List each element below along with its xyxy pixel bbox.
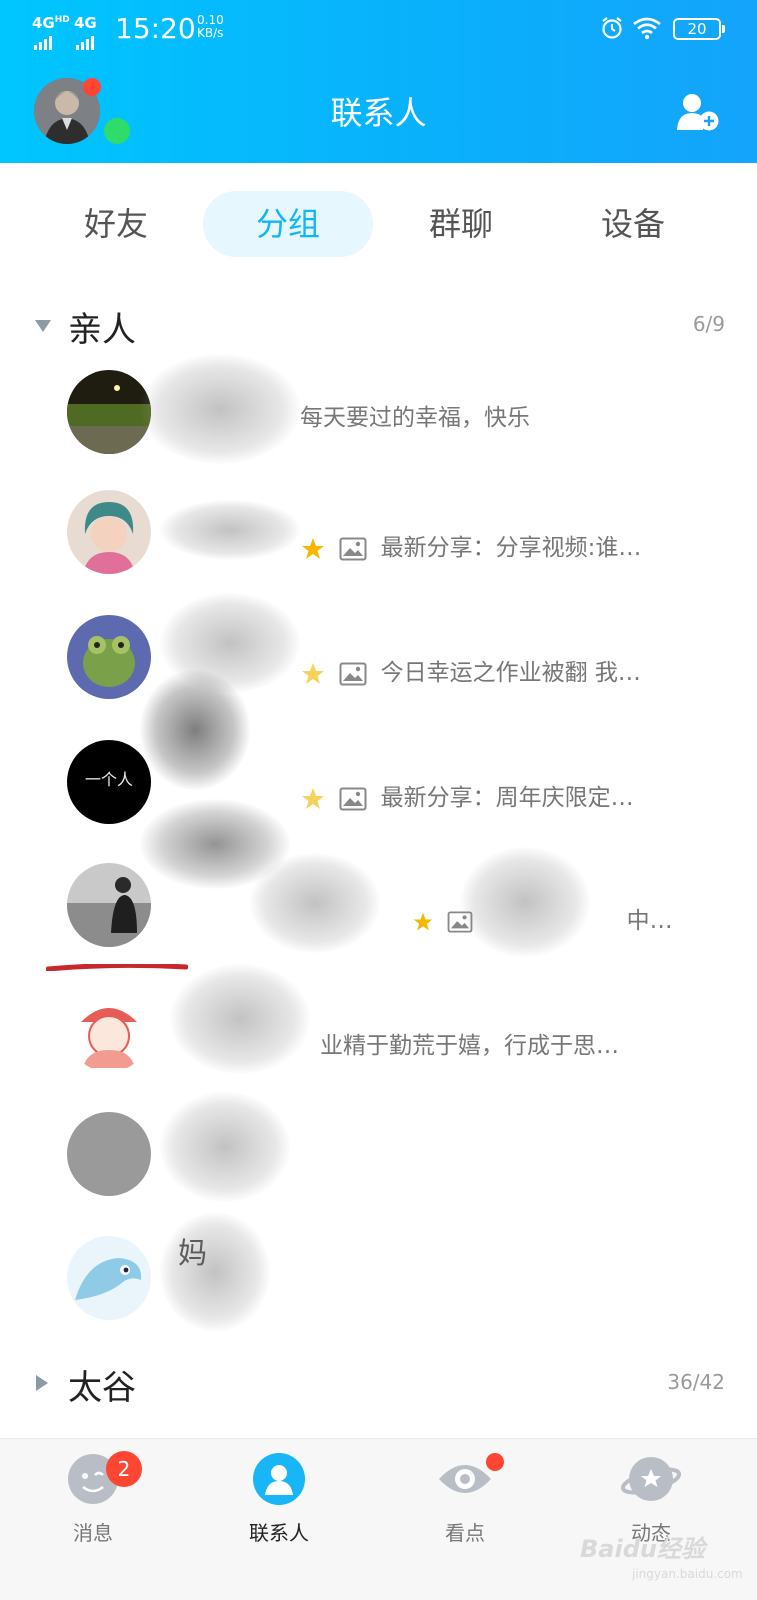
image-icon xyxy=(447,910,473,933)
star-badge-icon xyxy=(413,912,433,930)
add-contact-icon[interactable] xyxy=(676,92,720,132)
caret-right-icon xyxy=(36,1375,48,1391)
network-speed: 0.10 KB/s xyxy=(197,14,224,40)
image-icon xyxy=(339,537,367,560)
tab-friends[interactable]: 好友 xyxy=(31,191,201,257)
page-title: 联系人 xyxy=(330,94,427,132)
redaction-scribble xyxy=(160,1092,290,1202)
contacts-screen: 4GHD 4G 15:20 0.10 KB/s 20 联系人 好友 分组 群聊 … xyxy=(0,0,757,1600)
nav-label: 消息 xyxy=(73,1521,113,1545)
alarm-icon xyxy=(602,17,622,39)
nav-label: 看点 xyxy=(445,1521,485,1545)
contact-avatar xyxy=(67,1112,151,1196)
signal-bars-icon xyxy=(34,32,52,50)
group-online-count: 36/42 xyxy=(667,1370,725,1394)
contact-avatar xyxy=(67,490,151,574)
tab-devices[interactable]: 设备 xyxy=(548,191,718,257)
contact-status: 每天要过的幸福，快乐 xyxy=(300,405,530,431)
header: 4GHD 4G 15:20 0.10 KB/s 20 联系人 xyxy=(0,0,757,163)
status-bar: 4GHD 4G 15:20 0.10 KB/s 20 xyxy=(0,0,757,60)
contact-row[interactable]: 今日幸运之作业被翻 我… xyxy=(0,593,757,721)
landscape-avatar-icon xyxy=(67,370,151,454)
contacts-icon xyxy=(253,1453,305,1505)
unread-badge: 2 xyxy=(106,1451,142,1487)
group-header-family[interactable]: 亲人 6/9 xyxy=(0,300,757,360)
wifi-icon xyxy=(633,17,661,40)
new-content-dot xyxy=(486,1453,504,1471)
group-header-taigu[interactable]: 太谷 36/42 xyxy=(0,1360,757,1420)
nav-messages[interactable]: 2 消息 xyxy=(18,1449,168,1546)
network-type-2: 4G xyxy=(74,14,97,32)
caret-down-icon xyxy=(35,320,51,332)
avatar-text: 一个人 xyxy=(84,770,133,789)
clock: 15:20 xyxy=(115,12,196,45)
cartoon-avatar-icon xyxy=(67,988,151,1072)
dolphin-avatar-icon xyxy=(67,1236,151,1320)
redaction-scribble xyxy=(170,964,310,1074)
contact-avatar xyxy=(67,863,151,947)
group-name: 亲人 xyxy=(68,310,136,350)
redaction-scribble xyxy=(160,1212,270,1332)
nav-contacts[interactable]: 联系人 xyxy=(204,1449,354,1546)
redaction-scribble xyxy=(160,500,300,560)
redaction-scribble xyxy=(140,670,250,790)
signal-bars-icon xyxy=(76,32,94,50)
group-name: 太谷 xyxy=(68,1368,136,1408)
speed-unit: KB/s xyxy=(197,26,224,40)
contact-avatar xyxy=(67,615,151,699)
network-type-1: 4G xyxy=(32,14,55,32)
nav-label: 联系人 xyxy=(249,1521,309,1545)
contact-status: 最新分享：分享视频:谁… xyxy=(300,528,757,562)
group-online-count: 6/9 xyxy=(692,312,725,336)
planet-icon xyxy=(621,1457,681,1501)
contact-status-text: 今日幸运之作业被翻 我… xyxy=(380,660,641,686)
signal-indicator-2: 4G xyxy=(74,14,97,50)
contact-row[interactable]: 每天要过的幸福，快乐 xyxy=(0,354,757,484)
star-badge-icon xyxy=(302,787,324,809)
contact-status: 最新分享：周年庆限定… xyxy=(300,778,757,812)
contact-avatar xyxy=(67,370,151,454)
watermark-url: jingyan.baidu.com xyxy=(632,1567,743,1581)
battery-indicator: 20 xyxy=(673,18,725,40)
contact-row[interactable]: 妈 xyxy=(0,1212,757,1342)
frog-avatar-icon xyxy=(67,615,151,699)
network-hd-label: HD xyxy=(54,15,70,25)
bottom-nav: 2 消息 联系人 看点 动态 Baidu经验 jingyan.baidu.com xyxy=(0,1438,757,1600)
contact-status-text: 最新分享：周年庆限定… xyxy=(380,785,634,811)
child-avatar-icon xyxy=(67,490,151,574)
contact-avatar xyxy=(67,988,151,1072)
tab-group-chats[interactable]: 群聊 xyxy=(376,191,546,257)
contact-status-text: 中… xyxy=(626,908,673,934)
star-badge-icon xyxy=(302,662,324,684)
image-icon xyxy=(339,662,367,685)
contact-row[interactable]: 中… xyxy=(0,799,757,969)
person-photo-avatar-icon xyxy=(67,863,151,947)
contact-avatar: 一个人 xyxy=(67,740,151,824)
contact-row[interactable]: 一个人 最新分享：周年庆限定… xyxy=(0,670,757,846)
watermark-logo: Baidu经验 xyxy=(580,1535,705,1563)
contact-row[interactable] xyxy=(0,1092,757,1218)
image-icon xyxy=(339,787,367,810)
contact-status: 今日幸运之作业被翻 我… xyxy=(300,653,757,687)
contact-status: 中… xyxy=(412,901,757,935)
redaction-scribble xyxy=(250,853,380,953)
contact-row[interactable]: 最新分享：分享视频:谁… xyxy=(0,470,757,596)
contact-status-text: 最新分享：分享视频:谁… xyxy=(380,535,642,561)
contact-avatar xyxy=(67,1236,151,1320)
nav-discover[interactable]: 看点 xyxy=(390,1449,540,1546)
star-badge-icon xyxy=(302,537,324,559)
contact-status: 业精于勤荒于嬉，行成于思… xyxy=(320,1033,619,1059)
tab-groups[interactable]: 分组 xyxy=(203,191,373,257)
tab-bar: 好友 分组 群聊 设备 xyxy=(0,163,757,288)
signal-indicator-1: 4GHD xyxy=(32,14,70,50)
redaction-scribble xyxy=(140,354,300,464)
contact-row[interactable]: 业精于勤荒于嬉，行成于思… xyxy=(0,964,757,1094)
